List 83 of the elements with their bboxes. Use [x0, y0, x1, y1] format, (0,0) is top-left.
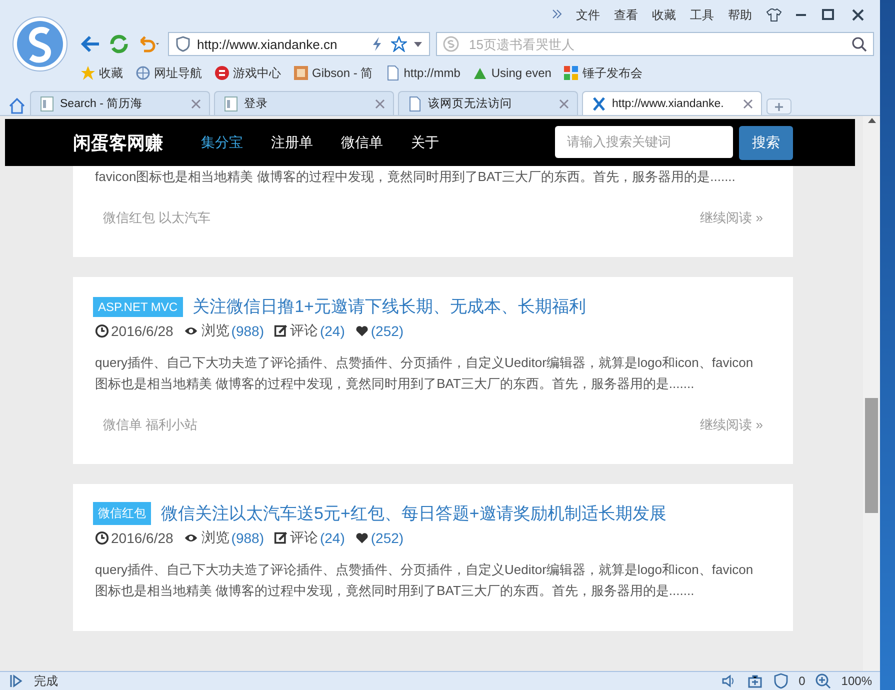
post-title[interactable]: 关注微信日撸1+元邀请下线长期、无成本、长期福利: [192, 295, 586, 318]
scrollbar-thumb[interactable]: [865, 398, 878, 513]
globe-icon: [135, 65, 151, 81]
search-field[interactable]: 15页遗书看哭世人: [436, 32, 874, 56]
bookmark[interactable]: 游戏中心: [214, 64, 281, 82]
document-icon: [39, 96, 55, 112]
document-icon: [223, 96, 239, 112]
browser-tab[interactable]: 登录: [214, 91, 394, 115]
likes-count[interactable]: (252): [370, 323, 404, 339]
close-icon: [743, 98, 753, 108]
edit-icon: [274, 324, 288, 338]
clock-icon: [95, 324, 109, 338]
post-date: 2016/6/28: [111, 323, 174, 339]
bookmark[interactable]: 收藏: [80, 64, 123, 82]
search-icon: [851, 36, 867, 52]
post-excerpt: query插件、自己下大功夫造了评论插件、点赞插件、分页插件，自定义Ueditor编辑器，就算是logo和icon、favicon图标也是相当地精美 做博客的过程中发现，竟然同时用到了BAT三大厂的东西。首先，服务器用的是.......: [95, 561, 754, 600]
x-logo-icon: [591, 96, 607, 112]
browser-tab[interactable]: Search - 简历海: [30, 91, 210, 115]
zoom-icon: [815, 673, 832, 689]
heart-icon: [354, 531, 369, 545]
star-icon: [80, 65, 96, 81]
ad-block-shield-icon: [772, 673, 789, 689]
toolbox-icon: [746, 673, 763, 689]
close-icon: [850, 7, 866, 23]
blocked-count: 0: [798, 674, 806, 688]
browser-tab[interactable]: http://www.xiandanke.: [582, 91, 762, 115]
views-label: 浏览: [201, 529, 230, 547]
menu-item[interactable]: 文件: [576, 6, 600, 24]
comments-count[interactable]: (24): [320, 323, 345, 339]
page-icon: [407, 96, 423, 112]
close-icon: [375, 98, 385, 108]
heart-icon: [354, 324, 369, 338]
close-icon: [559, 98, 569, 108]
shirt-icon: [766, 7, 782, 23]
dropdown-caret-icon: [413, 39, 423, 49]
comments-count[interactable]: (24): [320, 530, 345, 546]
menu-item[interactable]: 帮助: [728, 6, 752, 24]
bookmark[interactable]: 锤子发布会: [563, 64, 642, 82]
search-button[interactable]: 搜索: [739, 126, 793, 160]
scroll-up-icon: [866, 116, 876, 126]
zoom-level[interactable]: 100%: [841, 674, 872, 688]
site-search-field[interactable]: 请输入搜索关键词: [555, 126, 733, 158]
post-date: 2016/6/28: [111, 530, 174, 546]
scrollbar[interactable]: [863, 116, 880, 671]
nav-link[interactable]: 集分宝: [201, 134, 243, 152]
likes-count[interactable]: (252): [370, 530, 404, 546]
nav-link[interactable]: 微信单: [341, 134, 383, 152]
bookmark[interactable]: Gibson - 简: [293, 64, 373, 82]
nav-link[interactable]: 注册单: [271, 134, 313, 152]
post-excerpt: query插件、自己下大功夫造了评论插件、点赞插件、分页插件，自定义Ueditor编辑器，就算是logo和icon、favicon图标也是相当地精美 做博客的过程中发现，竟然同时用到了BAT三大厂的东西。首先，服务器用的是.......: [95, 354, 754, 393]
page-icon: [384, 65, 401, 81]
refresh-icon: [108, 33, 130, 55]
sidebar-toggle-icon: [8, 673, 24, 689]
site-brand[interactable]: 闲蛋客网赚: [73, 130, 163, 154]
views-label: 浏览: [201, 322, 230, 340]
address-bar[interactable]: http://www.xiandanke.cn: [168, 32, 430, 56]
comments-label: 评论: [290, 322, 318, 340]
views-count[interactable]: (988): [231, 530, 264, 546]
bookmark[interactable]: Using even: [472, 65, 552, 81]
maximize-icon: [820, 7, 836, 23]
browser-tab[interactable]: 该网页无法访问: [398, 91, 578, 115]
post-title[interactable]: 微信关注以太汽车送5元+红包、每日答题+邀请奖励机制适长期发展: [161, 502, 666, 525]
bookmark[interactable]: http://mmb: [384, 65, 460, 81]
shield-icon: [175, 36, 191, 52]
star-outline-icon: [391, 36, 407, 52]
grid-icon: [563, 65, 580, 81]
bookmark[interactable]: 网址导航: [135, 64, 202, 82]
nav-link[interactable]: 关于: [411, 134, 439, 152]
views-count[interactable]: (988): [231, 323, 264, 339]
comments-label: 评论: [290, 529, 318, 547]
minimize-icon: [796, 14, 806, 16]
menu-item[interactable]: 工具: [690, 6, 714, 24]
menu-item[interactable]: 收藏: [652, 6, 676, 24]
search-engine-icon: [443, 36, 459, 52]
close-icon: [191, 98, 201, 108]
menu-item[interactable]: 查看: [614, 6, 638, 24]
home-icon: [8, 97, 26, 115]
back-arrow-icon: [80, 33, 102, 55]
clock-icon: [95, 531, 109, 545]
post-excerpt: favicon图标也是相当地精美 做博客的过程中发现，竟然同时用到了BAT三大厂的东西。首先，服务器用的是.......: [95, 168, 736, 186]
browser-logo-icon: [12, 16, 68, 72]
edit-icon: [274, 531, 288, 545]
status-text: 完成: [34, 672, 58, 690]
